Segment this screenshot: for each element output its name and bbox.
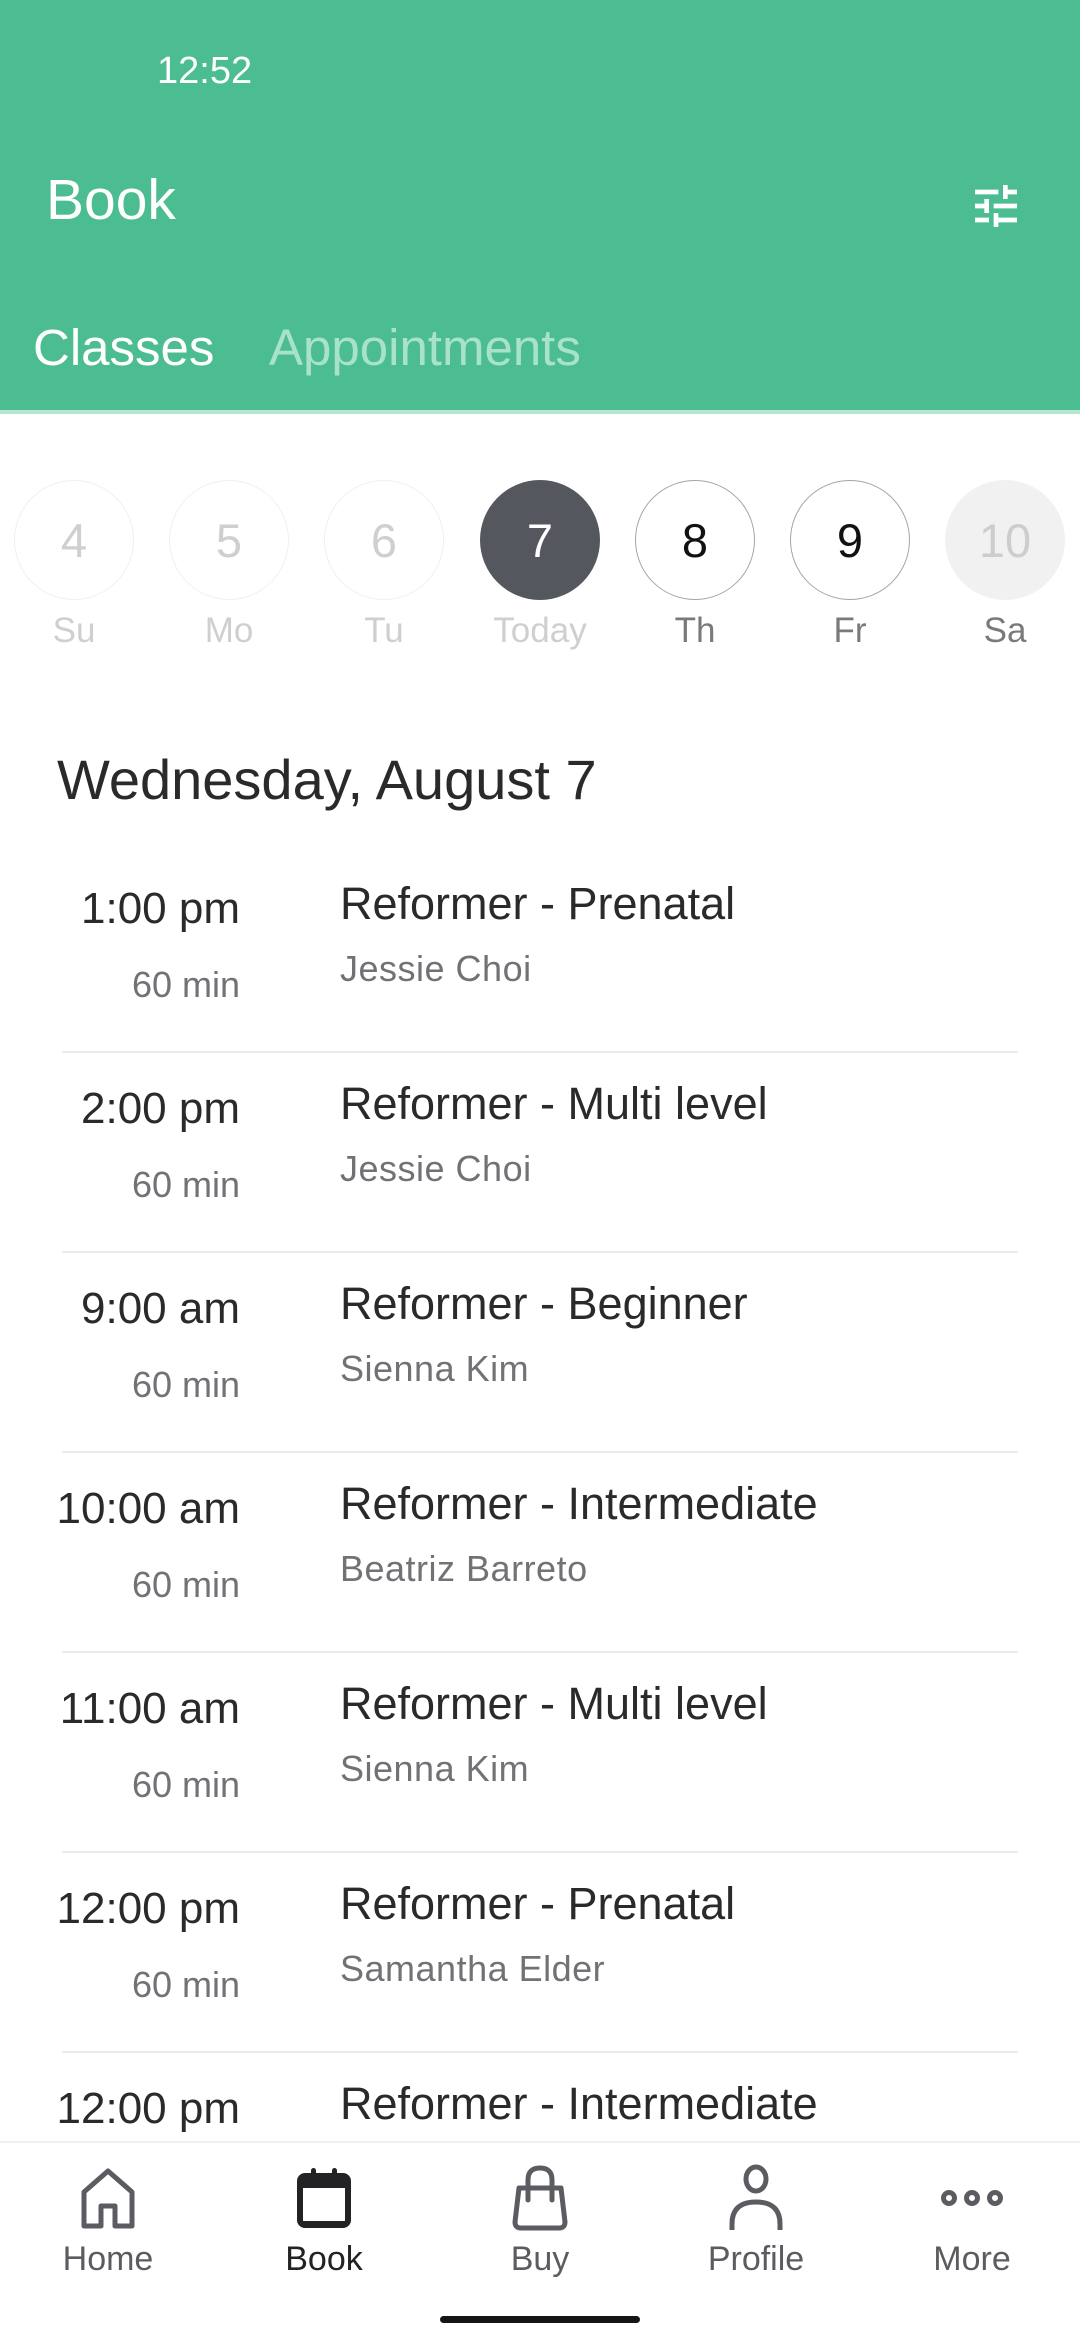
class-time: 12:00 pm: [56, 2084, 240, 2133]
date-item-6[interactable]: 6 Tu: [314, 480, 454, 652]
nav-buy[interactable]: Buy: [432, 2163, 648, 2293]
class-name: Reformer - Intermediate: [340, 1478, 818, 1529]
class-time: 10:00 am: [56, 1484, 240, 1533]
class-time: 2:00 pm: [81, 1084, 240, 1133]
date-circle: 8: [635, 480, 755, 600]
date-strip: 4 Su 5 Mo 6 Tu 7 Today 8 Th 9 Fr 10 Sa: [0, 480, 1080, 660]
class-duration: 60 min: [131, 1964, 240, 2005]
date-circle: 9: [790, 480, 910, 600]
shopping-bag-icon: [512, 2165, 568, 2231]
date-circle: 4: [14, 480, 134, 600]
class-row[interactable]: 11:00 am 60 min Reformer - Multi level S…: [0, 1653, 1080, 1853]
class-row[interactable]: 10:00 am 60 min Reformer - Intermediate …: [0, 1453, 1080, 1653]
date-circle-selected: 7: [480, 480, 600, 600]
page-title: Book: [46, 168, 176, 232]
class-instructor: Sienna Kim: [340, 1748, 530, 1789]
nav-label: Home: [62, 2240, 154, 2278]
date-weekday: Tu: [364, 611, 404, 650]
class-name: Reformer - Multi level: [340, 1078, 768, 1129]
nav-profile[interactable]: Profile: [648, 2163, 864, 2293]
home-indicator[interactable]: [440, 2316, 640, 2323]
class-time: 1:00 pm: [81, 884, 240, 933]
nav-more[interactable]: More: [864, 2163, 1080, 2293]
home-icon: [81, 2168, 135, 2229]
date-item-8[interactable]: 8 Th: [625, 480, 765, 652]
date-weekday: Mo: [204, 611, 254, 650]
status-bar-time: 12:52: [157, 50, 253, 92]
date-circle: 5: [169, 480, 289, 600]
class-duration: 60 min: [131, 1564, 240, 1605]
date-circle: 6: [324, 480, 444, 600]
date-circle: 10: [945, 480, 1065, 600]
schedule-date-heading: Wednesday, August 7: [57, 748, 597, 811]
date-weekday: Fr: [833, 611, 867, 650]
tab-classes[interactable]: Classes: [33, 315, 214, 381]
date-item-10[interactable]: 10 Sa: [935, 480, 1075, 652]
class-row[interactable]: 1:00 pm 60 min Reformer - Prenatal Jessi…: [0, 853, 1080, 1053]
nav-home[interactable]: Home: [0, 2163, 216, 2293]
nav-book[interactable]: Book: [216, 2163, 432, 2293]
class-list: 1:00 pm 60 min Reformer - Prenatal Jessi…: [0, 853, 1080, 2253]
class-duration: 60 min: [131, 1164, 240, 1205]
date-weekday: Th: [674, 611, 716, 650]
class-time: 9:00 am: [81, 1284, 240, 1333]
class-instructor: Beatriz Barreto: [340, 1548, 588, 1589]
class-instructor: Samantha Elder: [340, 1948, 606, 1989]
class-instructor: Jessie Choi: [340, 1148, 532, 1189]
date-weekday: Today: [493, 611, 587, 650]
class-name: Reformer - Multi level: [340, 1678, 768, 1729]
tune-icon: [975, 185, 1017, 227]
bottom-navigation: Home Book Buy Profile More: [0, 2141, 1080, 2340]
person-icon: [729, 2164, 783, 2230]
class-instructor: Jessie Choi: [340, 948, 532, 989]
class-time: 12:00 pm: [56, 1884, 240, 1933]
class-name: Reformer - Intermediate: [340, 2078, 818, 2129]
class-name: Reformer - Prenatal: [340, 1878, 736, 1929]
date-item-4[interactable]: 4 Su: [4, 480, 144, 652]
class-duration: 60 min: [131, 1764, 240, 1805]
class-name: Reformer - Beginner: [340, 1278, 748, 1329]
filter-button[interactable]: [960, 170, 1032, 242]
class-row[interactable]: 9:00 am 60 min Reformer - Beginner Sienn…: [0, 1253, 1080, 1453]
date-item-9[interactable]: 9 Fr: [780, 480, 920, 652]
class-duration: 60 min: [131, 1364, 240, 1405]
class-instructor: Sienna Kim: [340, 1348, 530, 1389]
date-weekday: Su: [52, 611, 96, 650]
class-row[interactable]: 12:00 pm 60 min Reformer - Prenatal Sama…: [0, 1853, 1080, 2053]
more-horizontal-icon: [941, 2190, 1003, 2206]
class-name: Reformer - Prenatal: [340, 878, 736, 929]
class-duration: 60 min: [131, 964, 240, 1005]
nav-label: Buy: [510, 2240, 570, 2278]
date-weekday: Sa: [983, 611, 1027, 650]
nav-label: More: [933, 2240, 1011, 2278]
class-row[interactable]: 2:00 pm 60 min Reformer - Multi level Je…: [0, 1053, 1080, 1253]
date-item-5[interactable]: 5 Mo: [159, 480, 299, 652]
nav-label: Profile: [707, 2240, 805, 2278]
app-header: 12:52 Book Classes Appointments: [0, 0, 1080, 413]
class-time: 11:00 am: [59, 1684, 240, 1733]
tab-appointments[interactable]: Appointments: [269, 315, 581, 381]
nav-label: Book: [285, 2240, 363, 2278]
calendar-icon: [297, 2168, 351, 2228]
date-item-today[interactable]: 7 Today: [470, 480, 610, 652]
header-divider: [0, 410, 1080, 414]
